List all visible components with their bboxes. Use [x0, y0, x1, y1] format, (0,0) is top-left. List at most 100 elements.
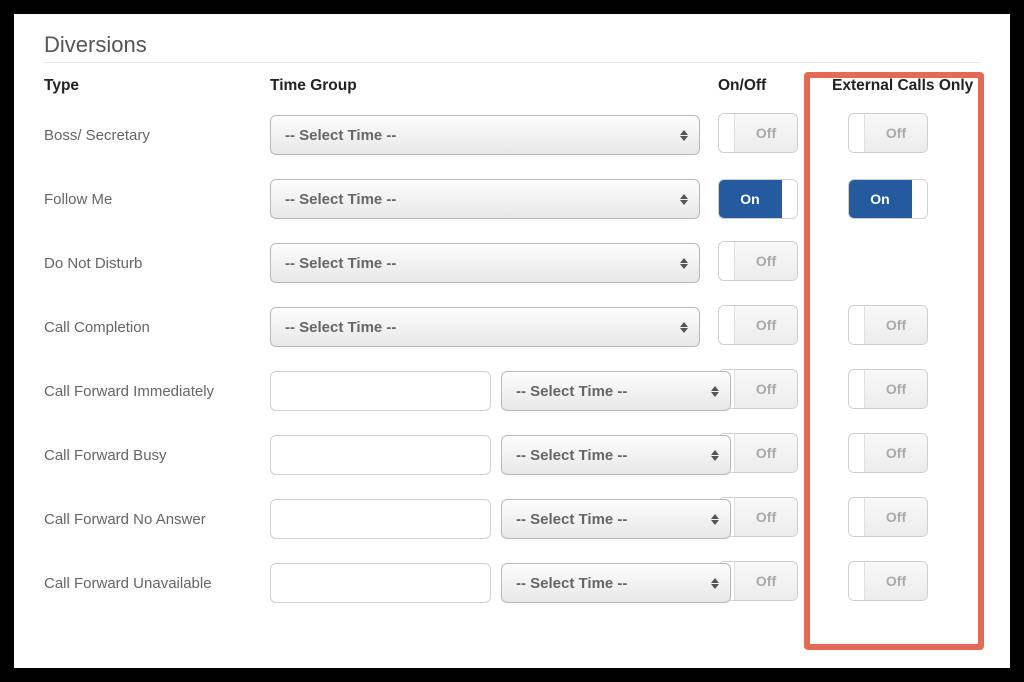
toggle-knob	[849, 498, 865, 536]
header-type: Type	[44, 77, 252, 103]
external-calls-toggle[interactable]: Off	[848, 369, 928, 409]
on-off-cell: Off	[718, 369, 808, 413]
time-group-select[interactable]: -- Select Time --	[501, 499, 731, 539]
select-value: -- Select Time --	[516, 383, 627, 400]
external-calls-toggle[interactable]: Off	[848, 497, 928, 537]
toggle-label: Off	[865, 370, 927, 408]
time-group-cell: -- Select Time --	[270, 295, 700, 359]
toggle-knob	[911, 180, 927, 218]
chevron-updown-icon	[710, 511, 720, 527]
on-off-toggle[interactable]: Off	[718, 113, 798, 153]
time-group-cell: -- Select Time --	[270, 103, 700, 167]
on-off-toggle[interactable]: Off	[718, 241, 798, 281]
external-calls-toggle[interactable]: Off	[848, 305, 928, 345]
header-on-off: On/Off	[718, 77, 808, 103]
on-off-cell: Off	[718, 497, 808, 541]
header-external: External Calls Only	[826, 77, 1006, 103]
external-calls-toggle[interactable]: Off	[848, 561, 928, 601]
select-value: -- Select Time --	[516, 575, 627, 592]
on-off-cell: Off	[718, 241, 808, 285]
on-off-cell: Off	[718, 305, 808, 349]
toggle-knob	[719, 242, 735, 280]
time-group-select[interactable]: -- Select Time --	[270, 115, 700, 155]
row-label: Boss/ Secretary	[44, 105, 252, 166]
row-label: Call Completion	[44, 297, 252, 358]
toggle-label: Off	[735, 370, 797, 408]
external-cell: On	[826, 179, 1006, 219]
toggle-knob	[849, 306, 865, 344]
forward-number-input[interactable]	[270, 435, 491, 475]
forward-number-input[interactable]	[270, 499, 491, 539]
toggle-knob	[781, 180, 797, 218]
time-group-cell: -- Select Time --	[270, 551, 700, 615]
toggle-knob	[719, 114, 735, 152]
on-off-toggle[interactable]: Off	[718, 305, 798, 345]
external-calls-toggle[interactable]: Off	[848, 113, 928, 153]
toggle-label: On	[849, 180, 911, 218]
time-group-select[interactable]: -- Select Time --	[270, 179, 700, 219]
time-group-cell: -- Select Time --	[270, 231, 700, 295]
time-group-select[interactable]: -- Select Time --	[501, 435, 731, 475]
chevron-updown-icon	[679, 191, 689, 207]
row-label: Call Forward No Answer	[44, 489, 252, 550]
toggle-knob	[849, 562, 865, 600]
external-calls-toggle[interactable]: Off	[848, 433, 928, 473]
select-value: -- Select Time --	[285, 191, 396, 208]
forward-number-input[interactable]	[270, 563, 491, 603]
time-group-select[interactable]: -- Select Time --	[270, 307, 700, 347]
select-value: -- Select Time --	[516, 511, 627, 528]
toggle-label: Off	[865, 498, 927, 536]
toggle-label: Off	[865, 434, 927, 472]
toggle-label: Off	[735, 434, 797, 472]
external-cell: Off	[826, 433, 1006, 477]
toggle-knob	[719, 306, 735, 344]
chevron-updown-icon	[679, 127, 689, 143]
on-off-cell: Off	[718, 561, 808, 605]
toggle-label: Off	[865, 306, 927, 344]
diversions-table: Type Time Group On/Off External Calls On…	[44, 77, 980, 615]
section-title: Diversions	[44, 32, 980, 63]
toggle-knob	[849, 370, 865, 408]
external-calls-toggle[interactable]: On	[848, 179, 928, 219]
chevron-updown-icon	[679, 319, 689, 335]
on-off-cell: Off	[718, 433, 808, 477]
external-cell: Off	[826, 561, 1006, 605]
select-value: -- Select Time --	[285, 319, 396, 336]
header-time-group: Time Group	[270, 77, 700, 103]
time-group-cell: -- Select Time --	[270, 359, 700, 423]
time-group-cell: -- Select Time --	[270, 423, 700, 487]
toggle-knob	[849, 434, 865, 472]
chevron-updown-icon	[710, 447, 720, 463]
toggle-label: Off	[735, 114, 797, 152]
select-value: -- Select Time --	[285, 255, 396, 272]
external-cell: Off	[826, 497, 1006, 541]
chevron-updown-icon	[710, 575, 720, 591]
diversions-panel: Diversions Type Time Group On/Off Extern…	[14, 14, 1010, 668]
toggle-label: Off	[865, 114, 927, 152]
on-off-cell: On	[718, 179, 808, 219]
row-label: Call Forward Unavailable	[44, 553, 252, 614]
time-group-select[interactable]: -- Select Time --	[501, 563, 731, 603]
toggle-knob	[849, 114, 865, 152]
time-group-select[interactable]: -- Select Time --	[501, 371, 731, 411]
toggle-label: Off	[735, 242, 797, 280]
toggle-label: Off	[735, 498, 797, 536]
on-off-toggle[interactable]: On	[718, 179, 798, 219]
row-label: Call Forward Busy	[44, 425, 252, 486]
row-label: Follow Me	[44, 169, 252, 230]
toggle-label: Off	[735, 306, 797, 344]
chevron-updown-icon	[679, 255, 689, 271]
toggle-label: On	[719, 180, 781, 218]
chevron-updown-icon	[710, 383, 720, 399]
external-cell: Off	[826, 305, 1006, 349]
row-label: Call Forward Immediately	[44, 361, 252, 422]
external-cell: Off	[826, 369, 1006, 413]
external-cell: Off	[826, 113, 1006, 157]
time-group-cell: -- Select Time --	[270, 487, 700, 551]
time-group-select[interactable]: -- Select Time --	[270, 243, 700, 283]
time-group-cell: -- Select Time --	[270, 167, 700, 231]
toggle-label: Off	[865, 562, 927, 600]
on-off-cell: Off	[718, 113, 808, 157]
row-label: Do Not Disturb	[44, 233, 252, 294]
forward-number-input[interactable]	[270, 371, 491, 411]
